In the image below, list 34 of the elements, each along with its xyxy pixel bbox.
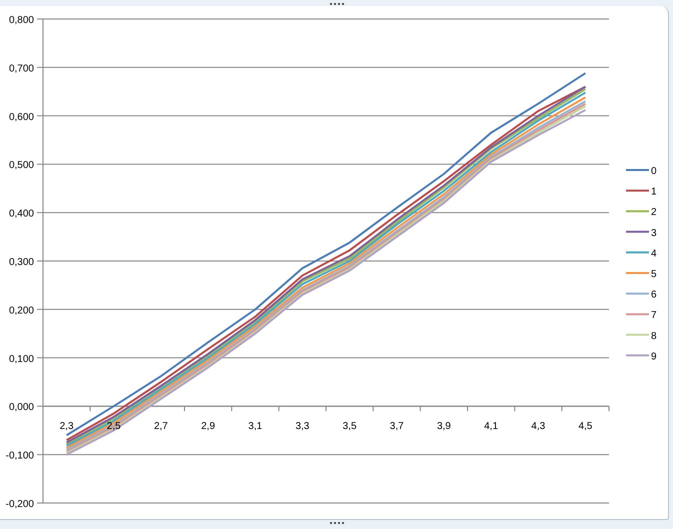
- x-tick-label: 3,9: [436, 421, 451, 432]
- y-tick-label: 0,100: [8, 354, 34, 365]
- x-tick-label: 2,3: [60, 421, 74, 432]
- x-tick-label: 3,3: [295, 421, 310, 432]
- y-tick-label: 0,500: [8, 160, 34, 172]
- y-tick-label: -0,200: [6, 499, 34, 510]
- x-tick-label: 2,5: [106, 421, 121, 432]
- legend-label: 0: [651, 166, 657, 177]
- x-tick-label: 2,7: [154, 421, 168, 432]
- legend-label: 9: [651, 351, 657, 362]
- x-tick-label: 3,1: [248, 421, 262, 432]
- legend-label: 4: [651, 248, 657, 260]
- y-tick-label: 0,200: [8, 305, 34, 316]
- legend-label: 6: [651, 290, 657, 301]
- legend-label: 7: [651, 310, 657, 322]
- legend-label: 8: [651, 330, 657, 342]
- y-tick-label: 0,700: [8, 63, 34, 74]
- x-tick-label: 4,1: [484, 421, 498, 432]
- y-tick-label: 0,800: [8, 15, 34, 26]
- legend-label: 5: [651, 269, 657, 280]
- x-tick-label: 4,3: [531, 421, 546, 432]
- legend-label: 1: [651, 186, 657, 198]
- x-tick-label: 2,9: [201, 421, 216, 432]
- legend-label: 3: [651, 228, 657, 239]
- y-tick-label: -0,100: [6, 450, 34, 462]
- x-tick-label: 3,7: [390, 421, 404, 432]
- resize-handle-icon[interactable]: [330, 522, 344, 524]
- x-tick-label: 4,5: [578, 421, 592, 432]
- y-tick-label: 0,600: [8, 112, 34, 123]
- y-tick-label: 0,300: [8, 257, 34, 268]
- legend-label: 2: [651, 207, 657, 218]
- y-tick-label: 0,000: [8, 402, 34, 414]
- y-tick-label: 0,400: [8, 208, 34, 220]
- x-tick-label: 3,5: [342, 421, 357, 432]
